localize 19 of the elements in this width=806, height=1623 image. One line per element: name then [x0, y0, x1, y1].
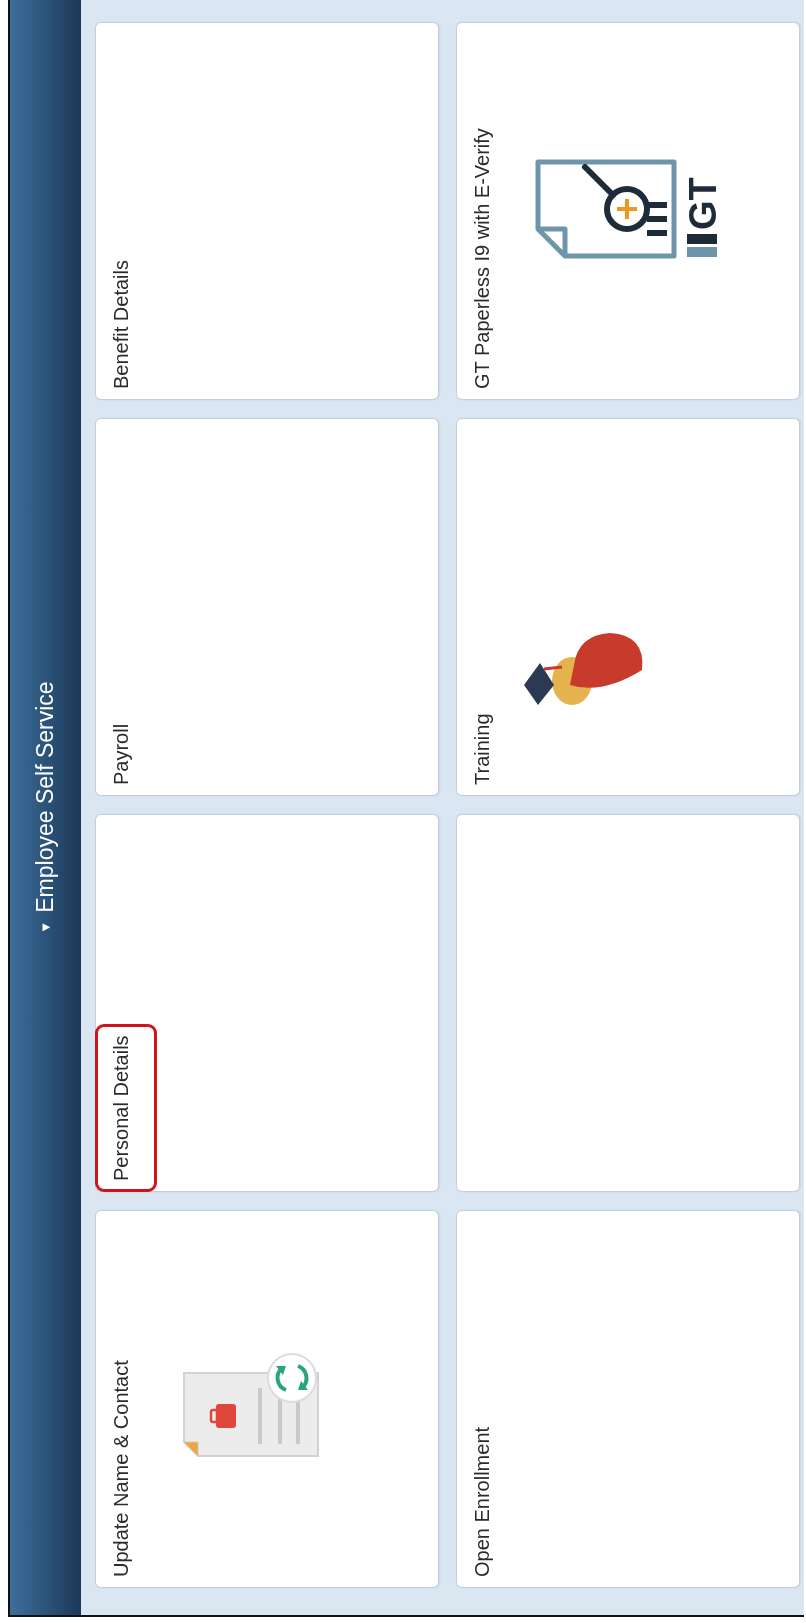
expand-toggle[interactable]: ▼ — [38, 920, 53, 934]
logo: GT — [681, 163, 719, 259]
tile-title: Update Name & Contact — [109, 1359, 133, 1579]
section-header[interactable]: ▼ Employee Self Service — [10, 0, 81, 1615]
tile-title: Personal Details — [95, 1024, 157, 1192]
section-title: Employee Self Service — [32, 681, 59, 913]
tile-title: Open Enrollment — [470, 1425, 494, 1579]
tile-title: Training — [470, 712, 494, 787]
tile-title: GT Paperless I9 with E-Verify — [470, 127, 494, 391]
tile-title: Payroll — [109, 722, 133, 787]
tile-title: Benefit Details — [109, 259, 133, 391]
document-search-icon — [535, 159, 677, 259]
tile[interactable]: Open Enrollment — [457, 1211, 799, 1587]
tile[interactable]: Training — [457, 419, 799, 795]
tile[interactable]: GT Paperless I9 with E-Verify GT — [457, 23, 799, 399]
tile[interactable]: Benefit Details — [96, 23, 438, 399]
tile[interactable]: Payroll — [96, 419, 438, 795]
tile[interactable]: Personal Details — [96, 815, 438, 1191]
tile[interactable]: Update Name & Contact — [96, 1211, 438, 1587]
